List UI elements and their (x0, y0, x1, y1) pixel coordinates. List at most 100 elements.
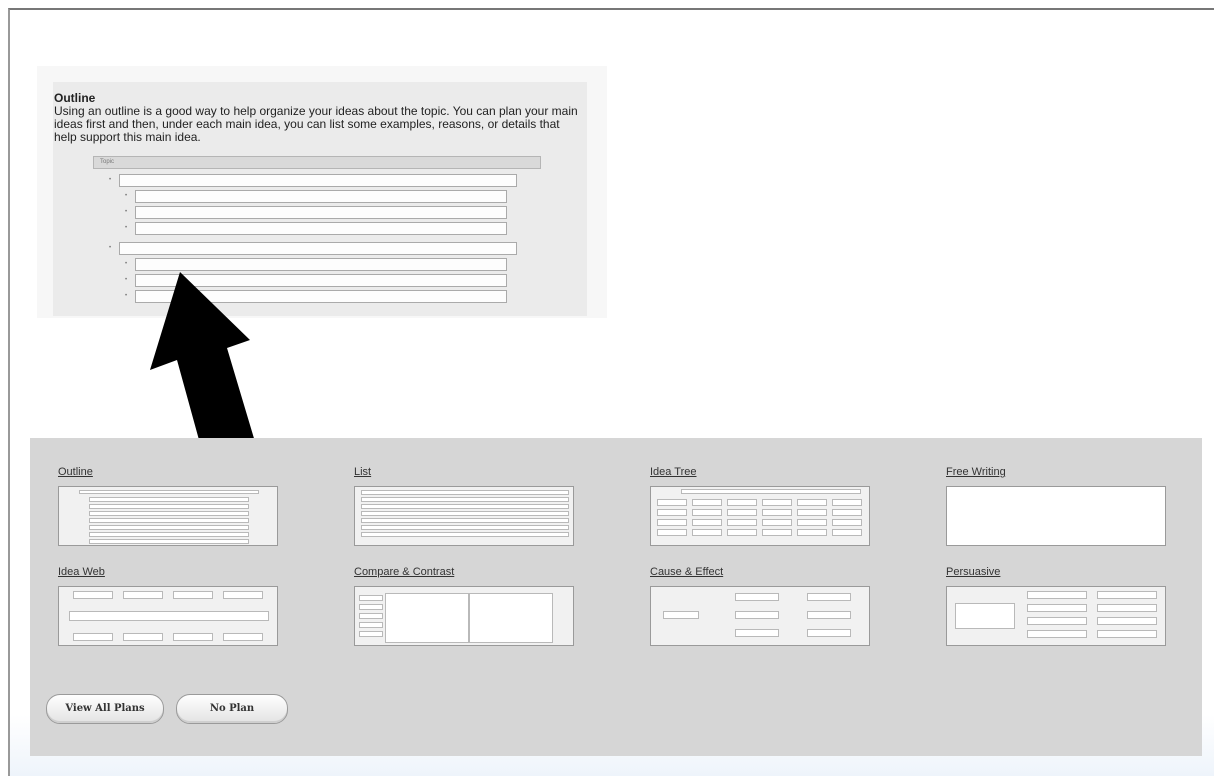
thumb-node (807, 611, 851, 619)
plan-idea-tree-thumbnail[interactable] (650, 486, 870, 546)
thumb-cell (797, 509, 827, 516)
thumb-cell (727, 509, 757, 516)
thumb-column (385, 593, 469, 643)
plan-persuasive-link[interactable]: Persuasive (946, 566, 1168, 580)
thumb-line (361, 511, 569, 516)
thumb-line (89, 518, 249, 523)
thumb-cell (832, 529, 862, 536)
thumb-line (361, 518, 569, 523)
plan-idea-web-thumbnail[interactable] (58, 586, 278, 646)
outline-bullet-icon: • (125, 293, 128, 299)
thumb-node (663, 611, 699, 619)
thumb-node (735, 593, 779, 601)
thumb-line (89, 504, 249, 509)
thumb-node (735, 611, 779, 619)
plan-cause-effect-link[interactable]: Cause & Effect (650, 566, 872, 580)
thumb-column (469, 593, 553, 643)
plan-free-writing[interactable]: Free Writing (946, 466, 1168, 546)
thumb-line (89, 511, 249, 516)
thumb-main (955, 603, 1015, 629)
plan-idea-tree-link[interactable]: Idea Tree (650, 466, 872, 480)
thumb-node (1097, 617, 1157, 625)
thumb-node (173, 591, 213, 599)
thumb-cell (797, 529, 827, 536)
thumb-node (123, 591, 163, 599)
thumb-line (681, 489, 861, 494)
preview-description: Using an outline is a good way to help o… (54, 104, 578, 144)
thumb-cell (657, 509, 687, 516)
thumb-cell (727, 519, 757, 526)
thumb-node (123, 633, 163, 641)
thumb-cell (762, 499, 792, 506)
thumb-cell (692, 519, 722, 526)
outline-topic-label: Topic (100, 159, 115, 165)
thumb-node (1027, 617, 1087, 625)
plan-list[interactable]: List (354, 466, 576, 546)
plan-cause-effect-thumbnail[interactable] (650, 586, 870, 646)
outline-bullet-icon: • (125, 209, 128, 215)
thumb-node (807, 593, 851, 601)
plan-outline-link[interactable]: Outline (58, 466, 280, 480)
plan-list-thumbnail[interactable] (354, 486, 574, 546)
plan-compare-contrast[interactable]: Compare & Contrast (354, 566, 576, 646)
thumb-node (1027, 630, 1087, 638)
thumb-line (361, 532, 569, 537)
outline-bullet-icon: • (109, 177, 112, 183)
thumb-node (1097, 604, 1157, 612)
thumb-line (361, 525, 569, 530)
thumb-cell (832, 509, 862, 516)
preview-title: Outline (54, 91, 96, 105)
thumb-cell (762, 519, 792, 526)
plan-persuasive-thumbnail[interactable] (946, 586, 1166, 646)
view-all-plans-button[interactable]: View All Plans (46, 694, 164, 724)
outline-row (119, 174, 517, 187)
thumb-cell (762, 529, 792, 536)
thumb-line (89, 539, 249, 544)
plan-compare-contrast-thumbnail[interactable] (354, 586, 574, 646)
thumb-label (359, 631, 383, 637)
thumb-cell (727, 499, 757, 506)
thumb-node (1027, 591, 1087, 599)
thumb-node (735, 629, 779, 637)
thumb-line (89, 525, 249, 530)
thumb-cell (762, 509, 792, 516)
thumb-line (79, 490, 259, 494)
thumb-line (89, 532, 249, 537)
outline-row (135, 190, 507, 203)
thumb-cell (657, 519, 687, 526)
outline-bullet-icon: • (125, 193, 128, 199)
plan-free-writing-thumbnail[interactable] (946, 486, 1166, 546)
outline-row (135, 206, 507, 219)
thumb-node (223, 591, 263, 599)
plan-free-writing-link[interactable]: Free Writing (946, 466, 1168, 480)
plan-idea-tree[interactable]: Idea Tree (650, 466, 872, 546)
thumb-node (807, 629, 851, 637)
plan-persuasive[interactable]: Persuasive (946, 566, 1168, 646)
plan-list-link[interactable]: List (354, 466, 576, 480)
thumb-cell (832, 519, 862, 526)
outline-row (135, 258, 507, 271)
outline-row (135, 222, 507, 235)
outline-row (119, 242, 517, 255)
plan-outline-thumbnail[interactable] (58, 486, 278, 546)
plan-compare-contrast-link[interactable]: Compare & Contrast (354, 566, 576, 580)
plan-idea-web-link[interactable]: Idea Web (58, 566, 280, 580)
outline-topic-row: Topic (93, 156, 541, 169)
thumb-label (359, 604, 383, 610)
thumb-cell (692, 499, 722, 506)
no-plan-button[interactable]: No Plan (176, 694, 288, 724)
outline-bullet-icon: • (125, 225, 128, 231)
thumb-node (173, 633, 213, 641)
thumb-node (73, 633, 113, 641)
outline-bullet-icon: • (125, 261, 128, 267)
plan-outline[interactable]: Outline (58, 466, 280, 546)
thumb-node (1097, 591, 1157, 599)
thumb-cell (657, 529, 687, 536)
plan-cause-effect[interactable]: Cause & Effect (650, 566, 872, 646)
outline-bullet-icon: • (125, 277, 128, 283)
thumb-line (361, 504, 569, 509)
thumb-label (359, 595, 383, 601)
plan-idea-web[interactable]: Idea Web (58, 566, 280, 646)
thumb-line (361, 490, 569, 495)
thumb-cell (727, 529, 757, 536)
